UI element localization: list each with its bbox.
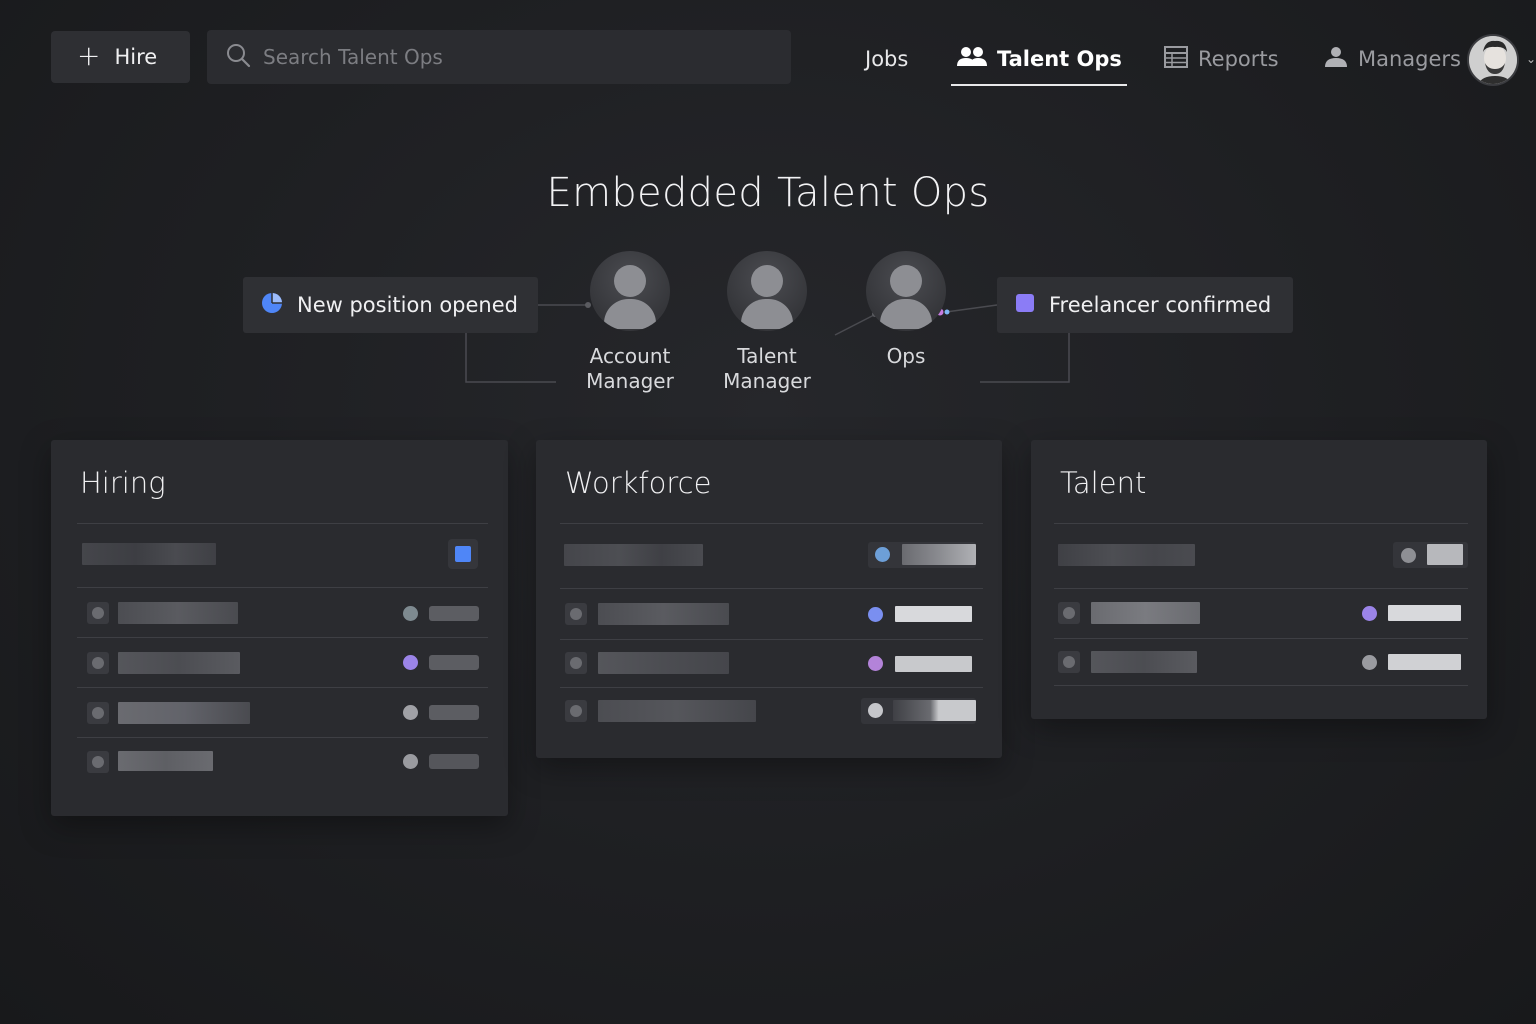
status-dot (1362, 606, 1377, 621)
row-checkbox[interactable] (87, 602, 109, 624)
square-icon (1015, 293, 1035, 318)
status-dot (1362, 655, 1377, 670)
redacted-text (1427, 544, 1463, 565)
blue-square-icon[interactable] (448, 539, 478, 569)
redacted-text (902, 544, 976, 565)
workforce-card-title: Workforce (565, 466, 712, 500)
row-checkbox[interactable] (87, 751, 109, 773)
status-tag (1388, 605, 1461, 621)
row-checkbox[interactable] (565, 700, 587, 722)
table-icon (1164, 45, 1188, 73)
status-dot (403, 705, 418, 720)
status-tag (1388, 654, 1461, 670)
status-dot (868, 607, 883, 622)
redacted-text (598, 603, 729, 625)
user-avatar[interactable] (1467, 34, 1519, 86)
status-tag (429, 754, 479, 769)
redacted-text (118, 652, 240, 674)
people-icon (957, 46, 987, 73)
redacted-text (1091, 651, 1197, 673)
status-dot (403, 754, 418, 769)
hire-button[interactable]: + Hire (51, 31, 190, 83)
nav-reports[interactable]: Reports (1164, 30, 1279, 88)
nav-jobs[interactable]: Jobs (865, 30, 908, 88)
page-title: Embedded Talent Ops (546, 170, 990, 216)
status-tag (429, 705, 479, 720)
search-icon (225, 42, 251, 72)
nav-managers-label: Managers (1358, 47, 1461, 71)
talent-manager-avatar[interactable] (727, 251, 807, 331)
status-tag (895, 656, 972, 672)
account-manager-label: Account Manager (586, 344, 674, 393)
talent-manager-label: Talent Manager (723, 344, 811, 393)
flow-start-pill[interactable]: New position opened (243, 277, 538, 333)
redacted-text (598, 652, 729, 674)
active-tab-indicator (951, 84, 1127, 86)
status-tag (429, 655, 479, 670)
ops-avatar[interactable] (866, 251, 946, 331)
hiring-card: Hiring (51, 440, 508, 816)
redacted-text (1091, 602, 1200, 624)
hire-label: Hire (114, 45, 158, 69)
person-icon (1324, 46, 1348, 73)
status-dot (403, 655, 418, 670)
talent-card: Talent (1031, 440, 1487, 719)
redacted-text (564, 544, 703, 566)
redacted-text (82, 543, 216, 565)
status-tag (895, 606, 972, 622)
flow-start-label: New position opened (297, 293, 518, 317)
hiring-card-title: Hiring (80, 466, 166, 500)
ops-label: Ops (886, 344, 926, 368)
status-dot (868, 656, 883, 671)
talent-card-title: Talent (1060, 466, 1147, 500)
pie-icon (261, 292, 283, 319)
nav-reports-label: Reports (1198, 47, 1279, 71)
workforce-card: Workforce (536, 440, 1002, 758)
search-input[interactable] (263, 45, 763, 69)
redacted-text (1058, 544, 1195, 566)
redacted-text (118, 702, 250, 724)
status-dot (868, 703, 883, 718)
account-manager-avatar[interactable] (590, 251, 670, 331)
status-dot (875, 547, 890, 562)
redacted-text (598, 700, 756, 722)
nav-jobs-label: Jobs (865, 47, 909, 71)
row-checkbox[interactable] (565, 603, 587, 625)
row-checkbox[interactable] (565, 652, 587, 674)
search-box[interactable] (207, 30, 791, 84)
status-dot (1401, 548, 1416, 563)
row-checkbox[interactable] (87, 652, 109, 674)
nav-talent-ops-label: Talent Ops (997, 47, 1122, 71)
flow-end-pill[interactable]: Freelancer confirmed (997, 277, 1293, 333)
nav-talent-ops[interactable]: Talent Ops (957, 30, 1122, 88)
status-dot (403, 606, 418, 621)
redacted-text (118, 751, 213, 771)
nav-managers[interactable]: Managers (1324, 30, 1461, 88)
row-checkbox[interactable] (87, 702, 109, 724)
redacted-text (118, 602, 238, 624)
row-checkbox[interactable] (1058, 602, 1080, 624)
status-tag (429, 606, 479, 621)
chevron-down-icon[interactable]: ⌄ (1526, 52, 1536, 66)
plus-icon: + (77, 39, 101, 72)
row-checkbox[interactable] (1058, 651, 1080, 673)
flow-end-label: Freelancer confirmed (1049, 293, 1272, 317)
redacted-text (893, 700, 976, 721)
